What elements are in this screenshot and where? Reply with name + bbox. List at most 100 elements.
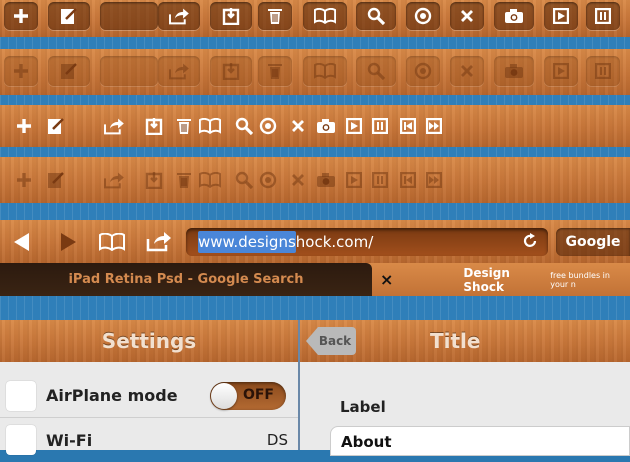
- book-icon: [314, 8, 336, 24]
- section-label: Label: [340, 398, 386, 416]
- tab-close-icon[interactable]: ×: [380, 270, 393, 289]
- bookmark-add-icon[interactable]: [142, 114, 166, 138]
- play-button[interactable]: [544, 56, 578, 86]
- settings-title: Settings: [101, 329, 197, 353]
- tab-title: iPad Retina Psd - Google Search: [68, 272, 304, 287]
- camera-button[interactable]: [494, 2, 534, 30]
- row-label: Wi-Fi: [46, 430, 93, 450]
- trash-icon[interactable]: [172, 114, 196, 138]
- target-icon[interactable]: [256, 114, 280, 138]
- share-icon[interactable]: [102, 114, 126, 138]
- plus-icon[interactable]: [12, 168, 36, 192]
- search-button[interactable]: [356, 56, 396, 86]
- plus-button[interactable]: [4, 56, 38, 86]
- blank-button[interactable]: [100, 56, 158, 86]
- pause-icon: [595, 63, 611, 79]
- about-cell[interactable]: About: [330, 426, 630, 456]
- fast-forward-icon[interactable]: [422, 114, 446, 138]
- row-icon-placeholder: [6, 380, 36, 411]
- play-button[interactable]: [544, 2, 578, 30]
- share-icon[interactable]: [102, 168, 126, 192]
- blue-stripe: [0, 95, 630, 105]
- bookmark-add-button[interactable]: [210, 56, 252, 86]
- search-button[interactable]: [356, 2, 396, 30]
- play-icon[interactable]: [342, 168, 366, 192]
- trash-icon: [267, 7, 283, 25]
- book-button[interactable]: [303, 2, 347, 30]
- toggle-knob: [211, 382, 237, 409]
- close-button[interactable]: [450, 56, 484, 86]
- share-icon: [168, 7, 190, 25]
- close-icon[interactable]: [286, 168, 310, 192]
- pause-button[interactable]: [586, 2, 620, 30]
- book-icon[interactable]: [198, 168, 222, 192]
- book-icon: [314, 63, 336, 79]
- rewind-icon[interactable]: [396, 114, 420, 138]
- plus-icon: [13, 8, 29, 24]
- reload-icon[interactable]: [522, 233, 538, 249]
- row-icon-placeholder: [6, 425, 36, 455]
- detail-title: Title: [430, 329, 481, 353]
- url-field[interactable]: www.designs hock.com/: [186, 228, 548, 256]
- bookmark-add-icon: [222, 62, 240, 80]
- bookmark-add-icon: [222, 7, 240, 25]
- bookmarks-book-icon[interactable]: [98, 230, 126, 254]
- book-button[interactable]: [303, 56, 347, 86]
- blue-stripe: [0, 203, 630, 220]
- forward-arrow-icon[interactable]: [56, 230, 80, 254]
- camera-icon: [504, 63, 524, 79]
- search-engine-button[interactable]: Google: [556, 228, 630, 256]
- book-icon[interactable]: [198, 114, 222, 138]
- target-button[interactable]: [406, 56, 440, 86]
- edit-button[interactable]: [48, 2, 90, 30]
- camera-button[interactable]: [494, 56, 534, 86]
- play-icon: [553, 63, 569, 79]
- camera-icon: [504, 8, 524, 24]
- close-button[interactable]: [450, 2, 484, 30]
- fast-forward-icon[interactable]: [422, 168, 446, 192]
- search-icon: [367, 62, 385, 80]
- url-text: hock.com/: [295, 233, 374, 251]
- pause-button[interactable]: [586, 56, 620, 86]
- share-button[interactable]: [158, 2, 200, 30]
- bookmark-add-button[interactable]: [210, 2, 252, 30]
- edit-icon: [60, 62, 78, 80]
- close-icon[interactable]: [286, 114, 310, 138]
- plus-icon[interactable]: [12, 114, 36, 138]
- share-icon[interactable]: [145, 229, 173, 253]
- rewind-icon[interactable]: [396, 168, 420, 192]
- edit-icon: [60, 7, 78, 25]
- tab-active[interactable]: iPad Retina Psd - Google Search: [0, 263, 372, 296]
- edit-button[interactable]: [48, 56, 90, 86]
- trash-icon: [267, 62, 283, 80]
- bookmark-add-icon[interactable]: [142, 168, 166, 192]
- plus-button[interactable]: [4, 2, 38, 30]
- search-icon[interactable]: [232, 168, 256, 192]
- play-icon[interactable]: [342, 114, 366, 138]
- camera-icon[interactable]: [314, 168, 338, 192]
- search-icon[interactable]: [232, 114, 256, 138]
- trash-button[interactable]: [258, 56, 292, 86]
- blue-stripe: [0, 296, 630, 320]
- back-arrow-icon[interactable]: [10, 230, 34, 254]
- pause-icon[interactable]: [368, 114, 392, 138]
- target-icon[interactable]: [256, 168, 280, 192]
- blank-button[interactable]: [100, 2, 158, 30]
- target-button[interactable]: [406, 2, 440, 30]
- blue-stripe: [0, 37, 630, 49]
- blue-stripe: [0, 147, 630, 157]
- target-icon: [414, 7, 432, 25]
- airplane-toggle[interactable]: OFF: [210, 381, 286, 410]
- settings-row-wifi[interactable]: Wi-Fi DS: [0, 418, 298, 462]
- search-icon: [367, 7, 385, 25]
- tab-inactive[interactable]: × Design Shock free bundles in your n: [372, 263, 630, 296]
- edit-icon[interactable]: [44, 168, 68, 192]
- camera-icon[interactable]: [314, 114, 338, 138]
- settings-list: AirPlane mode OFF Wi-Fi DS: [0, 362, 298, 455]
- trash-button[interactable]: [258, 2, 292, 30]
- edit-icon[interactable]: [44, 114, 68, 138]
- target-icon: [414, 62, 432, 80]
- share-button[interactable]: [158, 56, 200, 86]
- pause-icon[interactable]: [368, 168, 392, 192]
- trash-icon[interactable]: [172, 168, 196, 192]
